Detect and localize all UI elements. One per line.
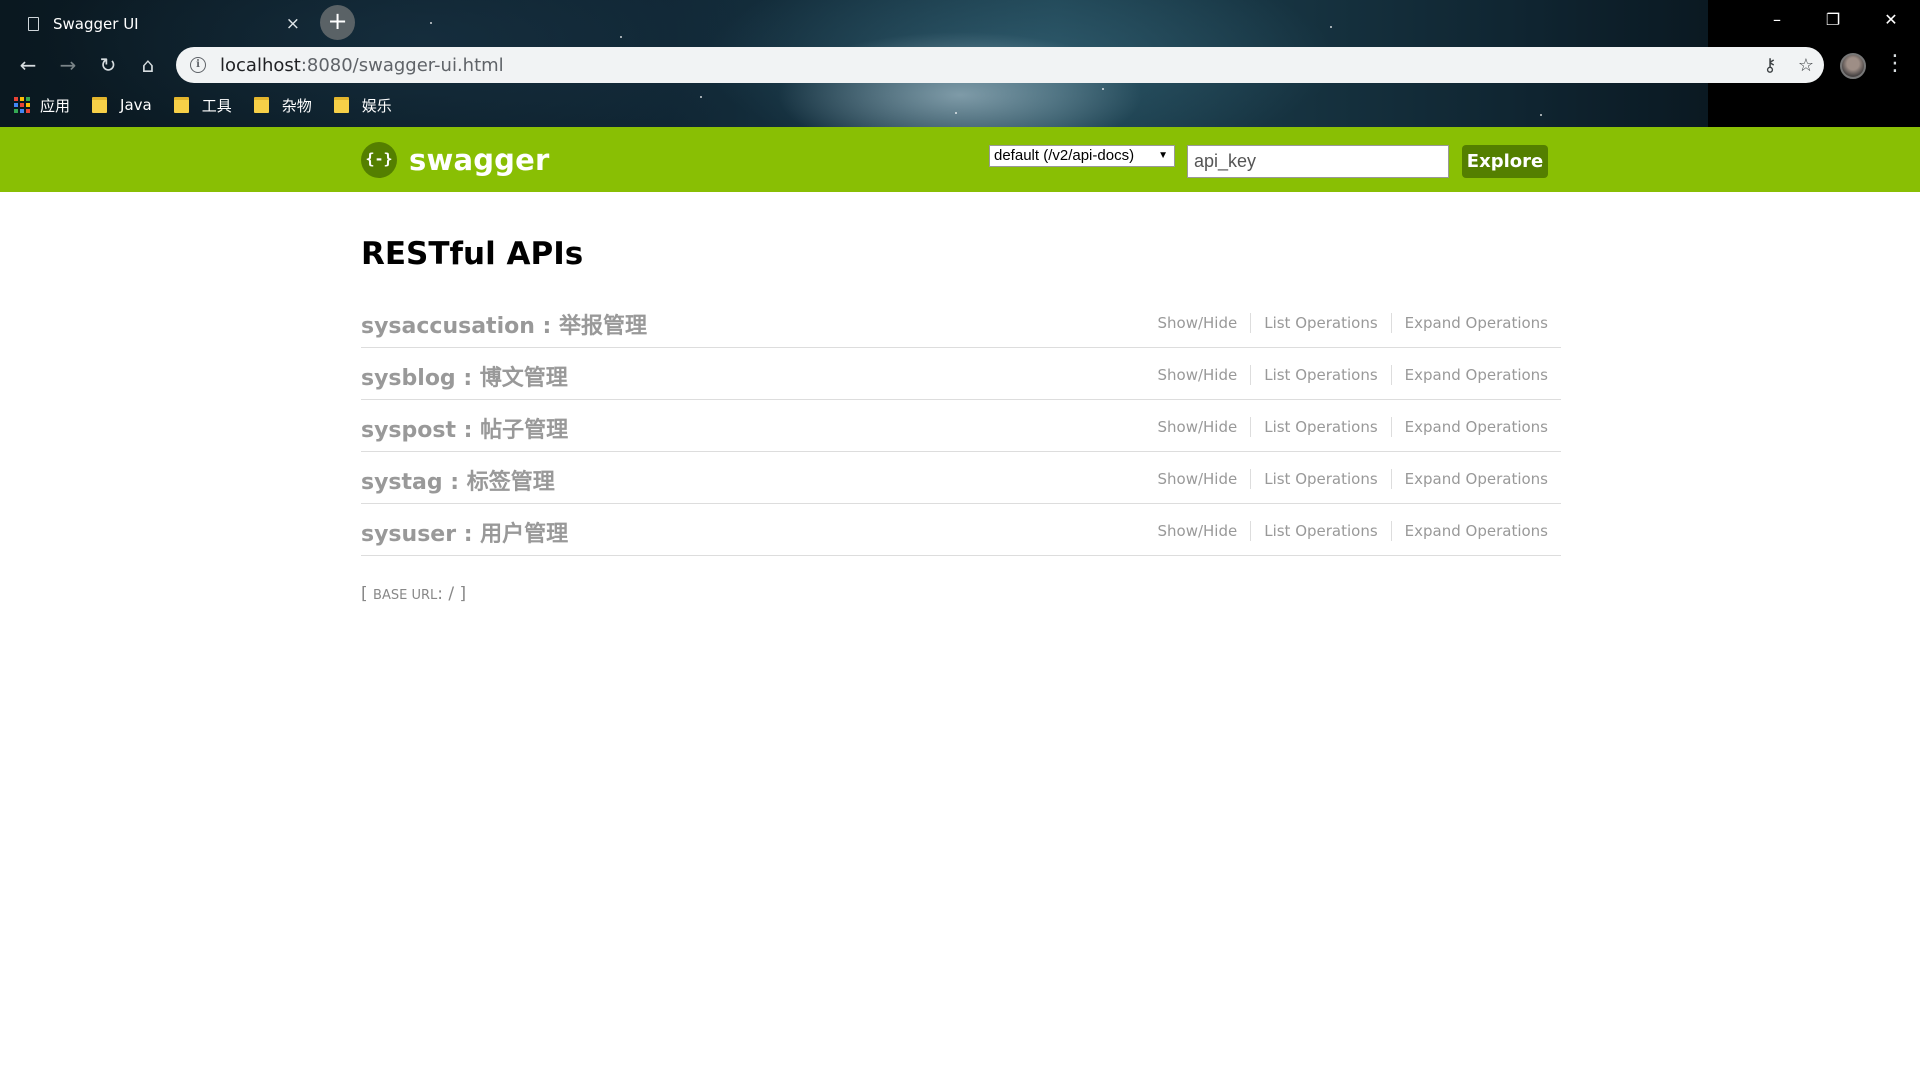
bookmark-folder-java[interactable]: Java: [92, 96, 152, 114]
swagger-header: {-} swagger default (/v2/api-docs) ▼ api…: [0, 127, 1920, 192]
forward-button[interactable]: →: [53, 50, 83, 80]
bookmark-star-icon[interactable]: ☆: [1788, 55, 1824, 76]
show-hide-link[interactable]: Show/Hide: [1144, 314, 1250, 332]
expand-operations-link[interactable]: Expand Operations: [1392, 418, 1548, 436]
api-key-input[interactable]: api_key: [1187, 145, 1449, 178]
resource-row: syspost : 帖子管理 Show/Hide List Operations…: [361, 400, 1561, 452]
expand-operations-link[interactable]: Expand Operations: [1392, 470, 1548, 488]
spec-url-select[interactable]: default (/v2/api-docs) ▼: [989, 145, 1175, 167]
new-tab-button[interactable]: +: [320, 5, 355, 40]
backdrop-star: [430, 22, 432, 24]
resource-name-link[interactable]: sysblog : 博文管理: [361, 360, 568, 392]
resource-row: sysaccusation : 举报管理 Show/Hide List Oper…: [361, 296, 1561, 348]
resource-name-link[interactable]: syspost : 帖子管理: [361, 412, 568, 444]
resource-name-link[interactable]: systag : 标签管理: [361, 464, 555, 496]
expand-operations-link[interactable]: Expand Operations: [1392, 522, 1548, 540]
browser-menu-icon[interactable]: ⋮: [1884, 50, 1906, 80]
home-button[interactable]: ⌂: [133, 50, 163, 80]
resource-row: sysblog : 博文管理 Show/Hide List Operations…: [361, 348, 1561, 400]
bookmark-folder-tools[interactable]: 工具: [173, 95, 232, 116]
base-url-value: : / ]: [437, 584, 467, 604]
resource-operations: Show/Hide List Operations Expand Operati…: [1144, 313, 1548, 333]
base-url-label: BASE URL: [373, 588, 438, 603]
key-icon[interactable]: ⚷: [1752, 55, 1788, 76]
swagger-logo[interactable]: {-} swagger: [361, 142, 550, 178]
backdrop-star: [1102, 88, 1104, 90]
back-button[interactable]: ←: [13, 50, 43, 80]
address-bar[interactable]: i localhost:8080/swagger-ui.html ⚷ ☆: [176, 47, 1824, 83]
swagger-logo-text: swagger: [409, 143, 550, 177]
reload-button[interactable]: ↻: [93, 50, 123, 80]
backdrop-star: [955, 112, 957, 114]
swagger-logo-icon: {-}: [361, 142, 397, 178]
expand-operations-link[interactable]: Expand Operations: [1392, 366, 1548, 384]
expand-operations-link[interactable]: Expand Operations: [1392, 314, 1548, 332]
show-hide-link[interactable]: Show/Hide: [1144, 522, 1250, 540]
folder-icon: [92, 97, 108, 113]
bookmarks-bar: 应用 Java 工具 杂物 娱乐: [14, 92, 414, 118]
profile-avatar[interactable]: [1840, 53, 1866, 79]
spec-select-value: default (/v2/api-docs): [994, 147, 1135, 164]
base-url-info: [ BASE URL: / ]: [361, 584, 1561, 604]
site-info-icon[interactable]: i: [190, 57, 206, 73]
dropdown-arrow-icon: ▼: [1158, 150, 1168, 161]
api-key-placeholder: api_key: [1194, 151, 1257, 171]
tab-title: Swagger UI: [53, 15, 139, 33]
apps-grid-icon: [14, 97, 30, 113]
resource-operations: Show/Hide List Operations Expand Operati…: [1144, 365, 1548, 385]
list-operations-link[interactable]: List Operations: [1251, 366, 1390, 384]
main-content: RESTful APIs sysaccusation : 举报管理 Show/H…: [361, 192, 1561, 604]
backdrop-star: [1330, 26, 1332, 28]
resource-operations: Show/Hide List Operations Expand Operati…: [1144, 469, 1548, 489]
folder-icon: [173, 97, 189, 113]
list-operations-link[interactable]: List Operations: [1251, 418, 1390, 436]
resource-name-link[interactable]: sysaccusation : 举报管理: [361, 308, 647, 340]
bookmark-label: 工具: [201, 96, 232, 115]
list-operations-link[interactable]: List Operations: [1251, 522, 1390, 540]
document-icon: [28, 17, 39, 31]
resource-operations: Show/Hide List Operations Expand Operati…: [1144, 521, 1548, 541]
resource-row: sysuser : 用户管理 Show/Hide List Operations…: [361, 504, 1561, 556]
explore-button[interactable]: Explore: [1462, 145, 1548, 178]
url-host: localhost: [220, 54, 301, 76]
show-hide-link[interactable]: Show/Hide: [1144, 366, 1250, 384]
list-operations-link[interactable]: List Operations: [1251, 314, 1390, 332]
bookmark-folder-misc[interactable]: 杂物: [253, 95, 312, 116]
url-text[interactable]: localhost:8080/swagger-ui.html: [220, 55, 1752, 76]
bookmark-label: Java: [120, 96, 152, 114]
resource-row: systag : 标签管理 Show/Hide List Operations …: [361, 452, 1561, 504]
bookmark-label: 娱乐: [361, 96, 392, 115]
tab-close-icon[interactable]: ×: [286, 14, 300, 34]
bookmark-apps[interactable]: 应用: [14, 95, 70, 116]
url-path: :8080/swagger-ui.html: [300, 54, 504, 76]
minimize-button[interactable]: –: [1751, 4, 1803, 36]
bookmark-folder-entertainment[interactable]: 娱乐: [333, 95, 392, 116]
close-window-button[interactable]: ✕: [1865, 4, 1917, 36]
folder-icon: [253, 97, 269, 113]
bookmark-label: 杂物: [281, 96, 312, 115]
list-operations-link[interactable]: List Operations: [1251, 470, 1390, 488]
resource-operations: Show/Hide List Operations Expand Operati…: [1144, 417, 1548, 437]
restore-button[interactable]: ❐: [1807, 4, 1859, 36]
backdrop-star: [700, 96, 702, 98]
page-title: RESTful APIs: [361, 236, 584, 272]
show-hide-link[interactable]: Show/Hide: [1144, 418, 1250, 436]
browser-tab[interactable]: Swagger UI ×: [12, 6, 308, 42]
base-url-open-bracket: [: [361, 584, 374, 604]
backdrop-star: [620, 36, 622, 38]
folder-icon: [333, 97, 349, 113]
bookmark-label: 应用: [40, 96, 71, 115]
resource-name-link[interactable]: sysuser : 用户管理: [361, 516, 568, 548]
backdrop-star: [1540, 114, 1542, 116]
show-hide-link[interactable]: Show/Hide: [1144, 470, 1250, 488]
browser-chrome: Swagger UI × + – ❐ ✕ ← → ↻ ⌂ i localhost…: [0, 0, 1920, 127]
